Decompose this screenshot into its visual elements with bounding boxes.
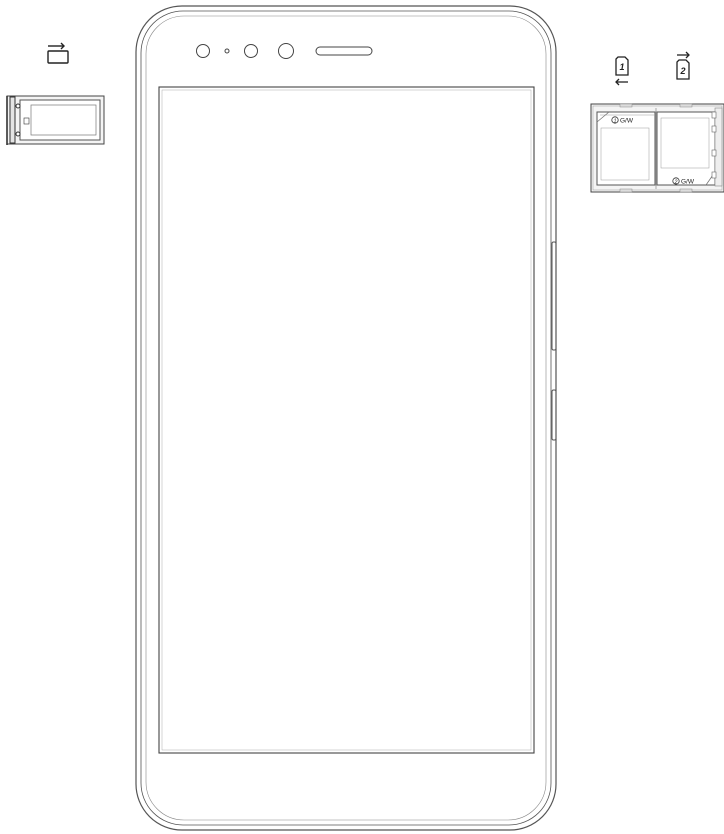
front-camera-icon: [244, 44, 258, 58]
tray-pin-hole-icon: [15, 103, 21, 109]
phone-bezel-edge: [145, 15, 547, 821]
sim-slot-1-mark: 1 G/W: [611, 116, 634, 125]
memory-card-tray: [6, 95, 105, 145]
sim-slot-1-number: 1: [614, 118, 617, 124]
earpiece-speaker: [315, 46, 373, 56]
sim-slot-2: [656, 111, 716, 186]
memory-tray-slot: [19, 99, 101, 141]
phone-screen-inner: [161, 89, 532, 751]
front-sensors: [196, 43, 373, 59]
sim-slot-1-gw-label: G/W: [620, 118, 634, 125]
phone-inner-frame: [140, 10, 552, 826]
front-flash-icon: [278, 43, 294, 59]
sim-slot-2-mark: 2 G/W: [672, 177, 695, 186]
phone-diagram: 1 2 1 G/W 2 G/W: [6, 5, 724, 831]
memory-card-insert-icon: [47, 42, 69, 64]
front-camera-left-icon: [196, 44, 210, 58]
memory-tray-handle: [9, 96, 16, 144]
sim-2-icon-number: 2: [679, 66, 685, 76]
proximity-sensor-icon: [224, 48, 230, 54]
phone-screen: [158, 86, 535, 754]
sim-slot-2-number: 2: [674, 179, 678, 185]
sim-card-tray: [590, 103, 724, 193]
sim-1-icon-number: 1: [619, 62, 624, 72]
tray-pin-hole-icon: [15, 131, 21, 137]
sim-slot-2-gw-label: G/W: [681, 179, 695, 186]
phone-body: [135, 5, 557, 831]
phone-outer-frame: [135, 5, 557, 831]
